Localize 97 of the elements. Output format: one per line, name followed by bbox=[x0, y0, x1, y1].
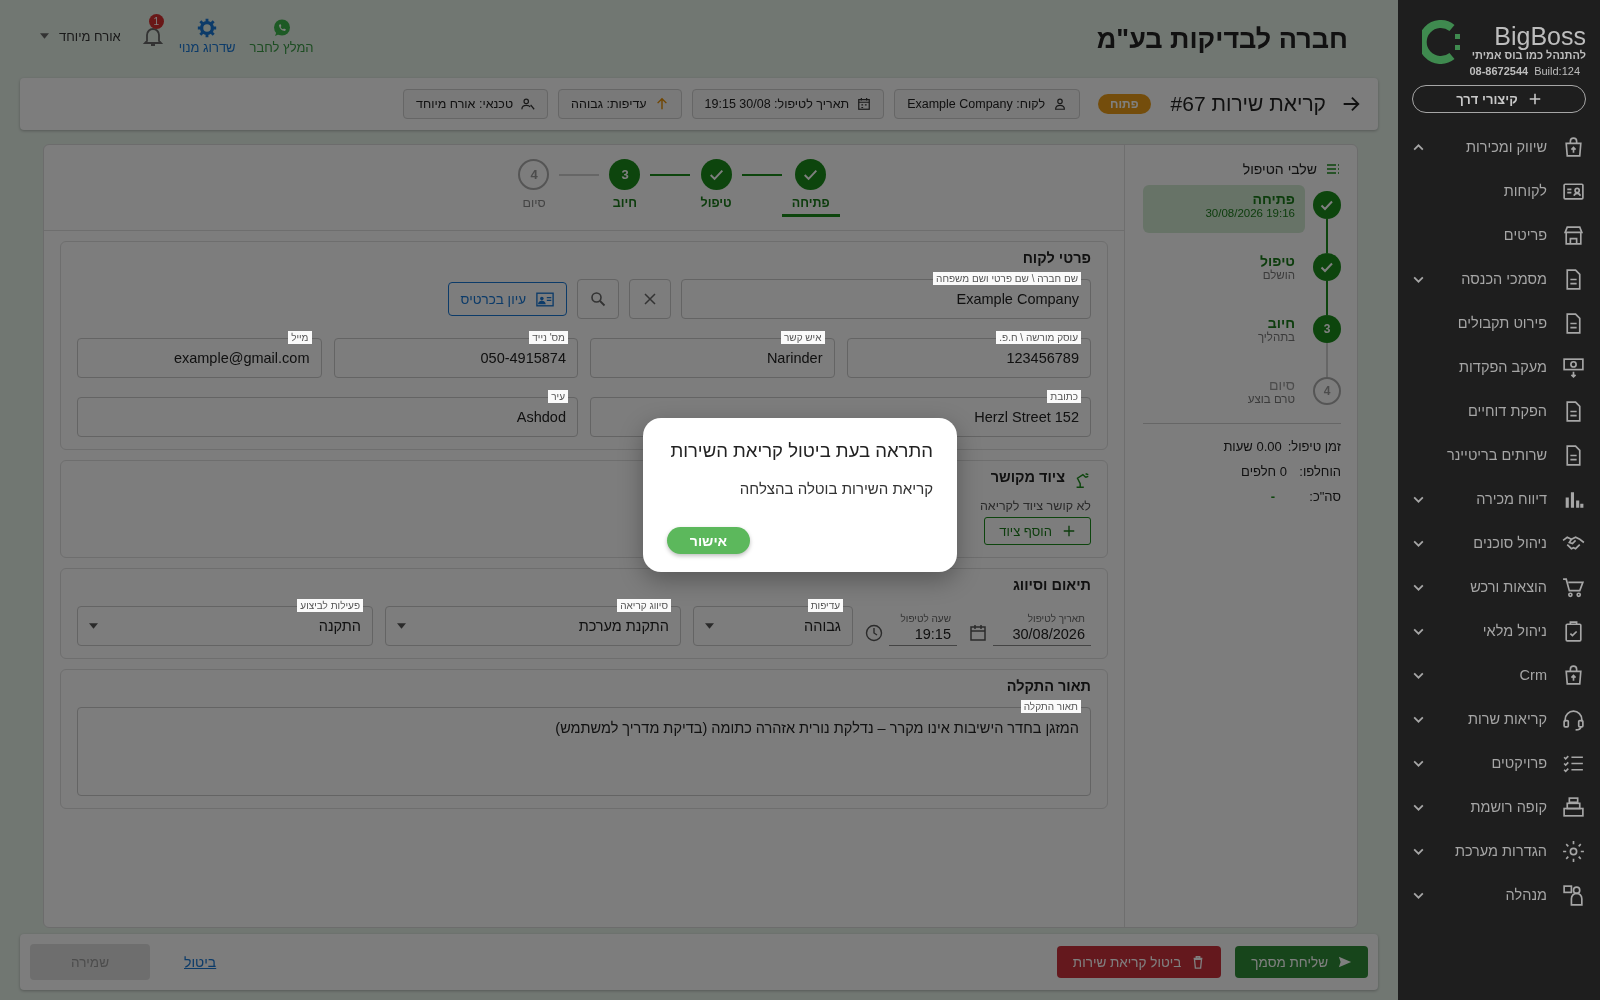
arrow-up-icon bbox=[654, 97, 669, 111]
brand-name: BigBoss bbox=[1494, 23, 1586, 49]
section-title: תיאום וסיווג bbox=[1011, 577, 1091, 593]
field-label: פעילות לביצוע bbox=[297, 599, 363, 612]
step-subtitle: טרם בוצע bbox=[1246, 393, 1295, 405]
field-label: עיר bbox=[548, 390, 568, 403]
sidebar-item[interactable]: קופה רושמת bbox=[1412, 785, 1586, 829]
field-label: כתובת bbox=[1047, 390, 1081, 403]
sidebar-item[interactable]: שיווק ומכירות bbox=[1412, 125, 1586, 169]
summary-value: - bbox=[1270, 489, 1275, 504]
step-title: פתיחה bbox=[1251, 191, 1295, 207]
select-field[interactable]: עדיפות גבוהה bbox=[693, 599, 853, 646]
summary-value: 0.00 שעות bbox=[1223, 439, 1282, 454]
info-chip: טכנאי: אורח מיוחד bbox=[403, 89, 549, 119]
sidebar-item[interactable]: פרויקטים bbox=[1412, 741, 1586, 785]
build-number: Build:124 bbox=[1534, 65, 1580, 77]
step-label: חיוב bbox=[612, 196, 638, 210]
sidebar-item[interactable]: Crm bbox=[1412, 653, 1586, 697]
sidebar-item[interactable]: מנהלה bbox=[1412, 873, 1586, 917]
sidebar-item[interactable]: הגדרות מערכת bbox=[1412, 829, 1586, 873]
step-number: 3 bbox=[609, 159, 641, 190]
step-subtitle: 19:16 30/08/2026 bbox=[1204, 207, 1295, 219]
sidebar-item[interactable]: מעקב הפקדות bbox=[1412, 345, 1586, 389]
step-label: פתיחה bbox=[791, 196, 830, 210]
section-title: תאור התקלה bbox=[1005, 678, 1091, 694]
caret-icon bbox=[705, 623, 714, 629]
close-icon bbox=[642, 291, 658, 307]
sidebar-item[interactable]: הפקת דוחיים bbox=[1412, 389, 1586, 433]
section-title: פרטי לקוח bbox=[1021, 250, 1091, 266]
field-label: מייל bbox=[288, 331, 312, 344]
notification-badge: 1 bbox=[148, 14, 164, 29]
step-number: 3 bbox=[1313, 315, 1341, 343]
phone-number: 08-8672544 bbox=[1469, 65, 1529, 77]
sidebar-item[interactable]: מסמכי הכנסה bbox=[1412, 257, 1586, 301]
list-icon bbox=[1325, 161, 1341, 177]
step-title: טיפול bbox=[1259, 253, 1295, 269]
field-label: תאור התקלה bbox=[1020, 700, 1081, 713]
search-button[interactable] bbox=[577, 279, 619, 319]
sidebar-item[interactable]: קריאות שרות bbox=[1412, 697, 1586, 741]
cash-register-icon bbox=[1561, 794, 1586, 820]
caret-icon bbox=[40, 33, 49, 39]
send-icon bbox=[1338, 955, 1352, 969]
chat-bubble-icon bbox=[271, 17, 292, 38]
text-area[interactable]: תאור התקלה המזגן בחדר הישיבות אינו מקרר – נדלקת נורית אזהרה כתומה (בדיקת מדריך למשתמש) bbox=[77, 700, 1091, 796]
sidebar-item[interactable]: דיווח מכירה bbox=[1412, 477, 1586, 521]
field-label: איש קשר bbox=[781, 331, 825, 344]
dialog-title: התראה בעת ביטול קריאת השירות bbox=[670, 440, 933, 462]
field-label: עדיפות bbox=[807, 599, 843, 612]
sidebar-item[interactable]: שרותים בריטיינר bbox=[1412, 433, 1586, 477]
field-label: שעה לטיפול bbox=[899, 613, 951, 624]
info-chip: תאריך לטיפול: 30/08 19:15 bbox=[691, 89, 885, 119]
clear-button[interactable] bbox=[629, 279, 671, 319]
company-title: חברה לבדיקות בע"מ bbox=[1096, 23, 1348, 55]
field-label: תאריך לטיפול bbox=[1026, 613, 1085, 624]
dialog-message: קריאת השירות בוטלה בהצלחה bbox=[739, 480, 933, 497]
field-label: שם חברה \ שם פרטי ושם משפחה bbox=[933, 272, 1081, 285]
step-title: חיוב bbox=[1266, 315, 1295, 331]
select-field[interactable]: סיווג קריאה התקנת מערכת bbox=[385, 599, 681, 646]
section-title: ציוד מקושר bbox=[990, 469, 1065, 485]
slogan: להתנהל כמו בוס אמיתי bbox=[1471, 49, 1586, 61]
sidebar-item[interactable]: פריטים bbox=[1412, 213, 1586, 257]
summary-label: זמן טיפול: bbox=[1287, 439, 1341, 454]
step-label: טיפול bbox=[700, 196, 732, 210]
field-label: עוסק מורשה \ ח.פ. bbox=[996, 331, 1081, 344]
sidebar-item[interactable]: ניהול מלאי bbox=[1412, 609, 1586, 653]
person-icon bbox=[1053, 97, 1068, 111]
search-icon bbox=[590, 291, 606, 307]
summary-label: סה"כ: bbox=[1308, 489, 1341, 504]
plus-icon bbox=[1062, 524, 1076, 538]
clock-icon[interactable] bbox=[865, 624, 883, 642]
user-menu[interactable]: אורח מיוחד bbox=[40, 28, 121, 44]
caret-icon bbox=[397, 623, 406, 629]
sidebar-item[interactable]: ניהול סוכנים bbox=[1412, 521, 1586, 565]
summary-label: הוחלפו: bbox=[1298, 464, 1341, 479]
call-title: קריאת שירות #67 bbox=[1170, 92, 1326, 116]
steps-panel-title: שלבי הטיפול bbox=[1242, 161, 1317, 177]
sidebar-item[interactable]: לקוחות bbox=[1412, 169, 1586, 213]
calendar-icon bbox=[857, 97, 872, 111]
sidebar-item[interactable]: פירוט תקבולים bbox=[1412, 301, 1586, 345]
person-icon bbox=[1561, 882, 1586, 908]
person-wrench-icon bbox=[521, 97, 536, 111]
calendar-icon[interactable] bbox=[969, 624, 987, 642]
field-label: סיווג קריאה bbox=[617, 599, 671, 612]
summary-value: 0 חלפים bbox=[1241, 464, 1287, 479]
caret-icon bbox=[89, 623, 98, 629]
step-subtitle: בתהליך bbox=[1256, 331, 1295, 343]
empty-message: לא קושר ציוד לקריאה bbox=[979, 499, 1091, 513]
plus-icon bbox=[1527, 92, 1542, 106]
field-label: מס' נייד bbox=[529, 331, 568, 344]
select-field[interactable]: פעילות לביצוע התקנה bbox=[77, 599, 373, 646]
status-badge: פתוח bbox=[1098, 94, 1151, 114]
info-chip: לקוח: Example Company bbox=[894, 89, 1081, 119]
step-label: סיום bbox=[522, 196, 546, 210]
id-card-icon bbox=[536, 291, 554, 307]
sidebar-item[interactable]: הוצאות ורכש bbox=[1412, 565, 1586, 609]
info-chip: עדיפות: גבוהה bbox=[558, 89, 682, 119]
step-subtitle: הושלם bbox=[1261, 269, 1295, 281]
